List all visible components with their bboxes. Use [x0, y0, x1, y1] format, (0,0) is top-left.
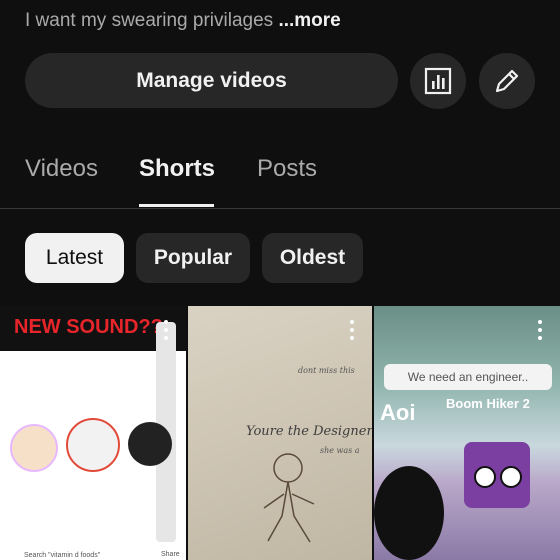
chip-oldest[interactable]: Oldest — [262, 233, 363, 283]
more-options-icon[interactable] — [537, 320, 543, 342]
description-text: I want my swearing privilages — [25, 10, 274, 31]
character-eye — [474, 466, 496, 488]
active-tab-indicator — [139, 204, 214, 207]
more-options-icon[interactable] — [349, 320, 355, 342]
edit-button[interactable] — [479, 53, 535, 109]
sketch-figure — [263, 453, 315, 543]
cartoon-character — [128, 422, 172, 466]
thumbnail-overlay-text: Youre the Designer — [246, 424, 372, 439]
share-label: Share — [161, 551, 180, 558]
manage-videos-button[interactable]: Manage videos — [25, 53, 398, 108]
character-eye — [500, 466, 522, 488]
channel-description[interactable]: I want my swearing privilages ...more — [25, 10, 341, 32]
chip-latest[interactable]: Latest — [25, 233, 124, 283]
thumbnail-overlay-text-small: dont miss this — [298, 366, 355, 375]
tab-videos[interactable]: Videos — [25, 155, 98, 183]
more-options-icon[interactable] — [163, 320, 169, 342]
short-thumbnail[interactable]: dont miss this Youre the Designer she wa… — [188, 306, 372, 560]
pencil-icon — [495, 69, 519, 93]
short-thumbnail[interactable]: NEW SOUND?? Search "vitamin d foods" Sha… — [0, 306, 186, 560]
cartoon-character — [10, 424, 58, 472]
bar-chart-icon — [424, 67, 452, 95]
tab-posts[interactable]: Posts — [257, 155, 317, 183]
short-thumbnail[interactable]: We need an engineer.. Aoi Boom Hiker 2 — [374, 306, 560, 560]
chip-popular[interactable]: Popular — [136, 233, 250, 283]
thumbnail-caption: Search "vitamin d foods" — [24, 552, 101, 559]
tab-shorts[interactable]: Shorts — [139, 155, 215, 183]
analytics-button[interactable] — [410, 53, 466, 109]
speech-bubble: We need an engineer.. — [384, 364, 552, 390]
cartoon-character — [66, 418, 120, 472]
more-link[interactable]: ...more — [278, 10, 340, 31]
player-name-tag: Boom Hiker 2 — [446, 396, 530, 411]
channel-tabs: Videos Shorts Posts — [0, 140, 560, 209]
thumbnail-overlay-text: Aoi — [380, 400, 416, 425]
dark-character — [374, 466, 444, 560]
thumbnail-overlay-text: NEW SOUND?? — [14, 316, 163, 338]
